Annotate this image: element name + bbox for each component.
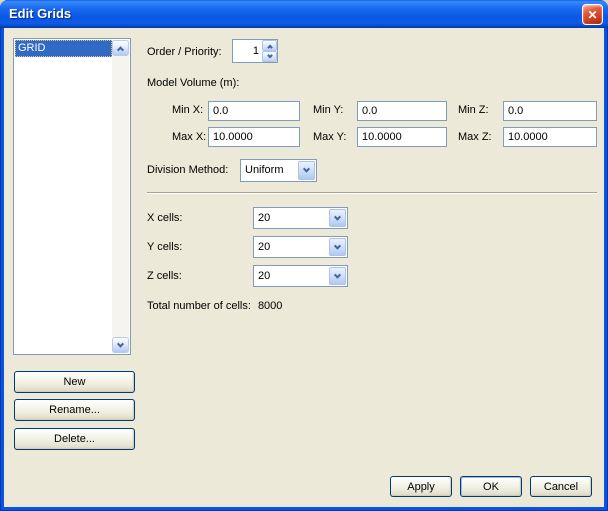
chevron-down-icon [334, 271, 341, 278]
max-x-field[interactable] [208, 127, 300, 147]
order-priority-input[interactable] [233, 40, 261, 62]
spinner-down-icon [267, 52, 273, 58]
close-button[interactable]: ✕ [582, 4, 603, 25]
separator [147, 192, 597, 194]
scroll-down-icon [117, 340, 124, 347]
spinner-up-button[interactable] [262, 40, 277, 51]
grid-list-scrollbar[interactable] [112, 40, 129, 353]
spinner-down-button[interactable] [262, 51, 277, 62]
spinner-up-icon [267, 44, 273, 50]
total-cells-value: 8000 [258, 300, 282, 312]
order-priority-label: Order / Priority: [147, 46, 222, 59]
apply-button[interactable]: Apply [390, 476, 452, 497]
division-method-value: Uniform [245, 161, 296, 180]
z-cells-combo[interactable]: 20 [253, 265, 348, 287]
division-method-label: Division Method: [147, 164, 228, 177]
x-cells-label: X cells: [147, 212, 182, 225]
max-z-label: Max Z: [458, 131, 492, 144]
z-cells-drop-button[interactable] [329, 267, 346, 285]
z-cells-value: 20 [258, 267, 327, 285]
min-y-field[interactable] [357, 101, 447, 121]
x-cells-drop-button[interactable] [329, 209, 346, 227]
order-priority-spinner[interactable] [232, 39, 278, 63]
new-button[interactable]: New [14, 371, 135, 393]
chevron-down-icon [334, 242, 341, 249]
z-cells-label: Z cells: [147, 270, 182, 283]
cancel-button[interactable]: Cancel [530, 476, 592, 497]
division-method-combo[interactable]: Uniform [240, 159, 317, 182]
list-item-grid[interactable]: GRID [15, 40, 112, 57]
scroll-up-icon [117, 46, 124, 53]
ok-button[interactable]: OK [460, 476, 522, 497]
titlebar[interactable]: Edit Grids ✕ [0, 0, 608, 28]
y-cells-label: Y cells: [147, 241, 182, 254]
min-y-label: Min Y: [313, 104, 343, 117]
min-x-field[interactable] [208, 101, 300, 121]
total-cells-label: Total number of cells: [147, 300, 251, 312]
spinner-buttons [262, 40, 277, 62]
y-cells-combo[interactable]: 20 [253, 236, 348, 258]
chevron-down-icon [334, 213, 341, 220]
total-cells-row: Total number of cells: 8000 [147, 300, 282, 312]
window-title: Edit Grids [9, 6, 71, 21]
x-cells-value: 20 [258, 209, 327, 227]
rename-button[interactable]: Rename... [14, 399, 135, 421]
grid-list[interactable]: GRID [13, 38, 131, 355]
min-z-label: Min Z: [458, 104, 489, 117]
scroll-up-button[interactable] [112, 40, 129, 56]
max-z-field[interactable] [503, 127, 597, 147]
min-z-field[interactable] [503, 101, 597, 121]
division-method-drop-button[interactable] [298, 161, 315, 180]
y-cells-drop-button[interactable] [329, 238, 346, 256]
model-volume-label: Model Volume (m): [147, 77, 239, 90]
y-cells-value: 20 [258, 238, 327, 256]
min-x-label: Min X: [172, 104, 203, 117]
edit-grids-dialog: Edit Grids ✕ GRID New Rename... Delete..… [0, 0, 608, 511]
x-cells-combo[interactable]: 20 [253, 207, 348, 229]
max-y-field[interactable] [357, 127, 447, 147]
delete-button[interactable]: Delete... [14, 428, 135, 450]
scroll-down-button[interactable] [112, 337, 129, 353]
close-icon: ✕ [587, 8, 597, 22]
max-y-label: Max Y: [313, 131, 346, 144]
chevron-down-icon [303, 166, 310, 173]
max-x-label: Max X: [172, 131, 206, 144]
